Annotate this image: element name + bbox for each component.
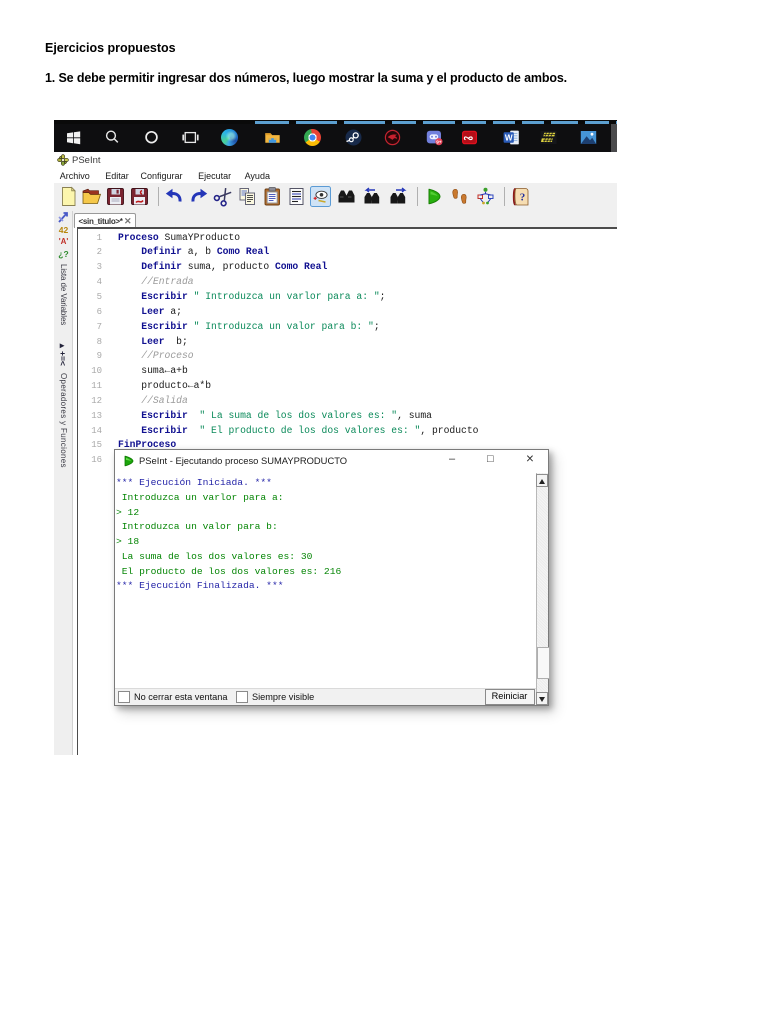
svg-text:W: W (504, 134, 512, 143)
svg-text:?: ? (519, 191, 525, 203)
svg-text:9+: 9+ (436, 139, 442, 144)
